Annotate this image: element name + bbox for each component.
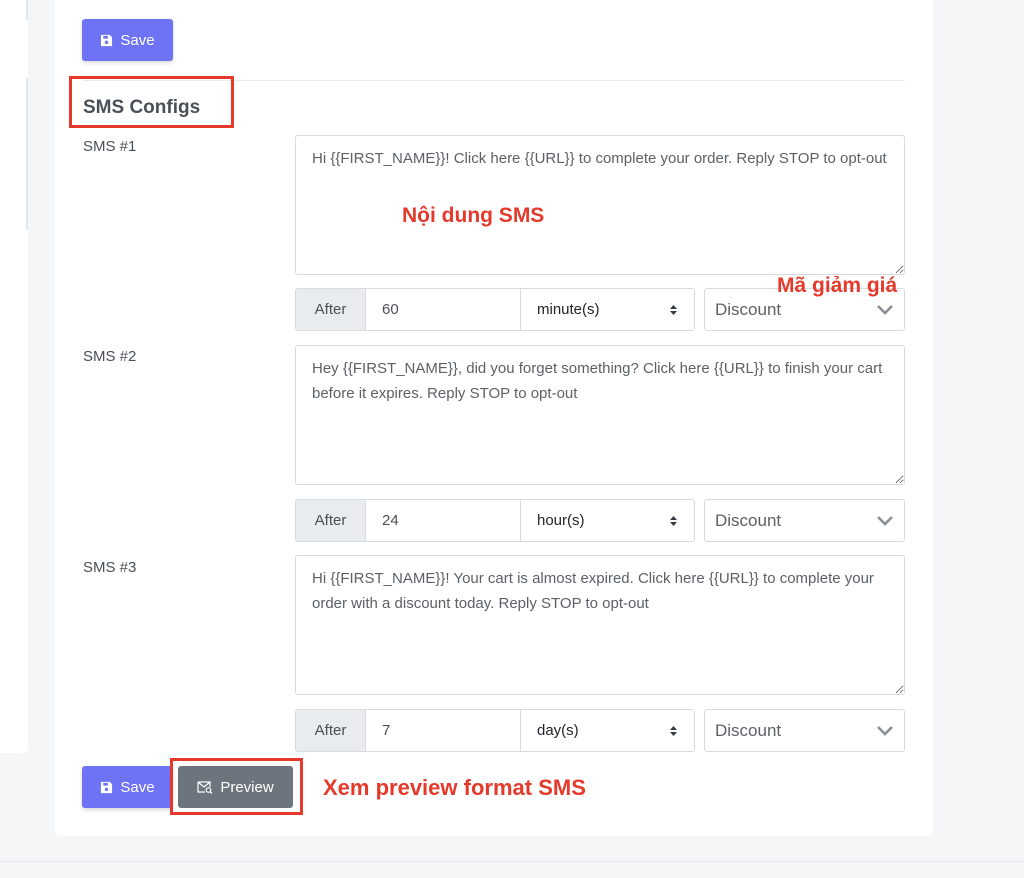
sms-3-unit-select[interactable]: day(s) [521,709,695,752]
sms-2-delay-input[interactable] [366,499,521,542]
sms-1-textarea[interactable]: Hi {{FIRST_NAME}}! Click here {{URL}} to… [295,135,905,275]
up-down-caret-icon [669,304,678,316]
sms-3-discount-select[interactable]: Discount [704,709,905,752]
sms-2-textarea[interactable]: Hey {{FIRST_NAME}}, did you forget somet… [295,345,905,485]
footer-divider [0,861,1024,862]
annotation-box-preview [170,758,303,815]
save-button-label: Save [120,31,155,49]
sms-1-discount-value: Discount [715,299,782,319]
sms-3-label: SMS #3 [83,559,137,576]
save-button-label: Save [120,778,155,796]
chevron-down-icon [876,304,894,315]
chevron-down-icon [876,515,894,526]
save-button-top[interactable]: Save [82,19,173,61]
sms-1-unit-value: minute(s) [537,301,600,318]
annotation-content-label: Nội dung SMS [402,204,545,227]
sms-3-delay-input[interactable] [366,709,521,752]
annotation-discount-label: Mã giảm giá [777,274,898,297]
sms-2-unit-value: hour(s) [537,512,585,529]
sms-1-label: SMS #1 [83,138,137,155]
sms-1-unit-select[interactable]: minute(s) [521,288,695,331]
annotation-preview-label: Xem preview format SMS [323,775,586,800]
sms-3-unit-value: day(s) [537,722,579,739]
left-panel-edge [26,0,28,20]
left-panel [0,0,28,753]
sms-2-label: SMS #2 [83,348,137,365]
sms-2-after-label: After [295,499,366,542]
save-button-bottom[interactable]: Save [82,766,173,808]
left-panel-edge [26,78,28,230]
sms-2-discount-value: Discount [715,510,782,530]
sms-3-discount-value: Discount [715,720,782,740]
sms-1-delay-input[interactable] [366,288,521,331]
sms-2-discount-select[interactable]: Discount [704,499,905,542]
sms-3-delay-row: After day(s) Discount [295,709,905,752]
sms-3-textarea[interactable]: Hi {{FIRST_NAME}}! Your cart is almost e… [295,555,905,695]
sms-1-after-label: After [295,288,366,331]
chevron-down-icon [876,725,894,736]
up-down-caret-icon [669,515,678,527]
annotation-box-section-title [69,76,234,128]
sms-2-delay-row: After hour(s) Discount [295,499,905,542]
save-icon [100,781,113,794]
up-down-caret-icon [669,725,678,737]
sms-2-unit-select[interactable]: hour(s) [521,499,695,542]
sms-3-after-label: After [295,709,366,752]
save-icon [100,34,113,47]
